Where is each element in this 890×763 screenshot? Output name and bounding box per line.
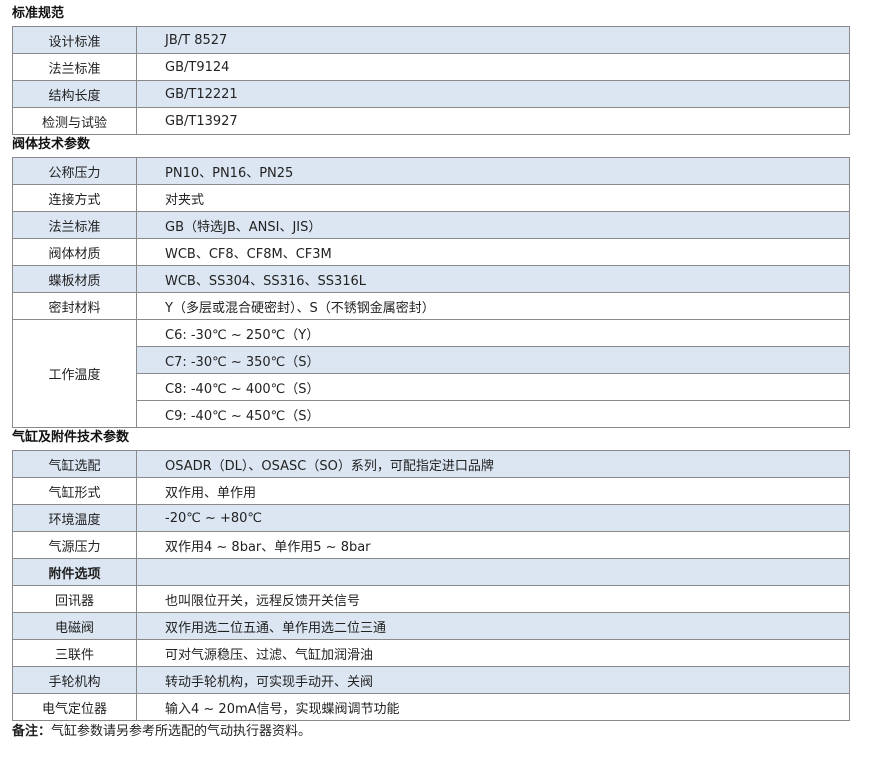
section-title-actuator-params: 气缸及附件技术参数	[12, 430, 130, 445]
table-row: 连接方式 对夹式	[12, 184, 850, 212]
table-row: 结构长度 GB/T12221	[12, 80, 850, 108]
param-name: 结构长度	[12, 80, 137, 108]
param-name: 气缸选配	[12, 450, 137, 478]
param-name: 电磁阀	[12, 612, 137, 640]
param-value: OSADR（DL）、OSASC（SO）系列，可配指定进口品牌	[136, 450, 850, 478]
table-row: 蝶板材质 WCB、SS304、SS316、SS316L	[12, 265, 850, 293]
footnote-label: 备注：	[12, 724, 52, 739]
param-value: -20℃ ~ +80℃	[136, 504, 850, 532]
table-row: 工作温度 C6: -30℃ ~ 250℃（Y）	[12, 319, 850, 428]
param-name: 法兰标准	[12, 53, 137, 81]
param-value: WCB、SS304、SS316、SS316L	[136, 265, 850, 293]
param-name: 工作温度	[12, 319, 137, 428]
param-value	[136, 558, 850, 586]
param-value: JB/T 8527	[136, 26, 850, 54]
table-row: 公称压力 PN10、PN16、PN25	[12, 157, 850, 185]
param-name: 阀体材质	[12, 238, 137, 266]
param-value: GB/T13927	[136, 107, 850, 135]
table-row: 环境温度 -20℃ ~ +80℃	[12, 504, 850, 532]
param-name: 连接方式	[12, 184, 137, 212]
param-name: 三联件	[12, 639, 137, 667]
table-row: 法兰标准 GB（特选JB、ANSI、JIS）	[12, 211, 850, 239]
table-row: 三联件 可对气源稳压、过滤、气缸加润滑油	[12, 639, 850, 667]
param-name: 公称压力	[12, 157, 137, 185]
param-value: GB/T12221	[136, 80, 850, 108]
param-value: 双作用、单作用	[136, 477, 850, 505]
param-value: 双作用选二位五通、单作用选二位三通	[136, 612, 850, 640]
param-name: 环境温度	[12, 504, 137, 532]
standards-table: 设计标准 JB/T 8527 法兰标准 GB/T9124 结构长度 GB/T12221…	[12, 26, 850, 135]
table-row: 法兰标准 GB/T9124	[12, 53, 850, 81]
table-row: 电磁阀 双作用选二位五通、单作用选二位三通	[12, 612, 850, 640]
param-name: 法兰标准	[12, 211, 137, 239]
table-row: 气缸形式 双作用、单作用	[12, 477, 850, 505]
table-row: C7: -30℃ ~ 350℃（S）	[13, 346, 850, 374]
footnote-text: 气缸参数请另参考所选配的气动执行器资料。	[51, 724, 312, 739]
param-value: Y（多层或混合硬密封）、S（不锈钢金属密封）	[136, 292, 850, 320]
param-value: 转动手轮机构，可实现手动开、关阀	[136, 666, 850, 694]
table-row: 电气定位器 输入4 ~ 20mA信号，实现蝶阀调节功能	[12, 693, 850, 721]
param-value: 输入4 ~ 20mA信号，实现蝶阀调节功能	[136, 693, 850, 721]
param-name: 手轮机构	[12, 666, 137, 694]
param-value: 双作用4 ~ 8bar、单作用5 ~ 8bar	[136, 531, 850, 559]
param-name: 检测与试验	[12, 107, 137, 135]
table-row: 附件选项	[12, 558, 850, 586]
param-name: 密封材料	[12, 292, 137, 320]
table-row: 手轮机构 转动手轮机构，可实现手动开、关阀	[12, 666, 850, 694]
footnote: 备注：气缸参数请另参考所选配的气动执行器资料。	[12, 721, 890, 743]
section-title-body-params: 阀体技术参数	[12, 137, 91, 152]
param-name: 设计标准	[12, 26, 137, 54]
table-row: 设计标准 JB/T 8527	[12, 26, 850, 54]
param-value: GB（特选JB、ANSI、JIS）	[136, 211, 850, 239]
actuator-params-table: 气缸选配 OSADR（DL）、OSASC（SO）系列，可配指定进口品牌 气缸形式双…	[12, 450, 850, 721]
param-value: WCB、CF8、CF8M、CF3M	[136, 238, 850, 266]
table-row: C9: -40℃ ~ 450℃（S）	[13, 400, 850, 428]
param-name: 蝶板材质	[12, 265, 137, 293]
param-name: 气源压力	[12, 531, 137, 559]
param-name: 电气定位器	[12, 693, 137, 721]
param-value: C8: -40℃ ~ 400℃（S）	[136, 373, 850, 401]
table-row: 气源压力 双作用4 ~ 8bar、单作用5 ~ 8bar	[12, 531, 850, 559]
param-value: PN10、PN16、PN25	[136, 157, 850, 185]
table-row: 检测与试验 GB/T13927	[12, 107, 850, 135]
param-value: 也叫限位开关，远程反馈开关信号	[136, 585, 850, 613]
body-params-table: 公称压力 PN10、PN16、PN25 连接方式 对夹式 法兰标准 GB（特选JB、A…	[12, 157, 850, 428]
accessories-header: 附件选项	[12, 558, 137, 586]
table-row: 密封材料 Y（多层或混合硬密封）、S（不锈钢金属密封）	[12, 292, 850, 320]
table-row: C8: -40℃ ~ 400℃（S）	[13, 373, 850, 401]
table-row: 阀体材质 WCB、CF8、CF8M、CF3M	[12, 238, 850, 266]
section-title-standards: 标准规范	[12, 6, 65, 21]
param-name: 气缸形式	[12, 477, 137, 505]
param-value: 对夹式	[136, 184, 850, 212]
table-row: 气缸选配 OSADR（DL）、OSASC（SO）系列，可配指定进口品牌	[12, 450, 850, 478]
param-value: C7: -30℃ ~ 350℃（S）	[136, 346, 850, 374]
table-row: 回讯器 也叫限位开关，远程反馈开关信号	[12, 585, 850, 613]
param-name: 回讯器	[12, 585, 137, 613]
param-value: GB/T9124	[136, 53, 850, 81]
param-value: 可对气源稳压、过滤、气缸加润滑油	[136, 639, 850, 667]
param-value: C9: -40℃ ~ 450℃（S）	[136, 400, 850, 428]
param-value: C6: -30℃ ~ 250℃（Y）	[136, 319, 850, 347]
